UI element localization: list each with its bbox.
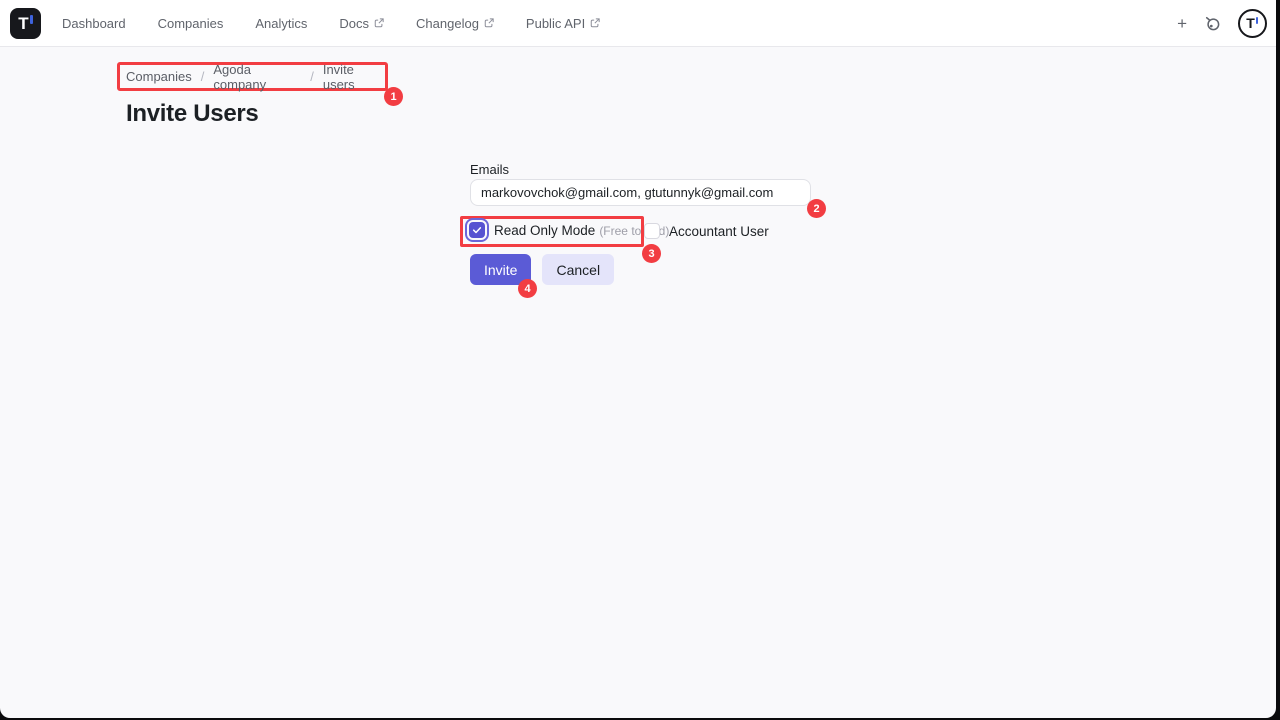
avatar-logo-letter: T xyxy=(1246,15,1255,31)
emails-label: Emails xyxy=(470,162,510,177)
brand-logo[interactable]: T xyxy=(10,7,41,39)
nav-right-actions: + T xyxy=(1177,8,1276,38)
app-window: T Dashboard Companies Analytics Docs Cha… xyxy=(0,0,1276,718)
nav-item-companies[interactable]: Companies xyxy=(158,16,224,31)
annotation-box-1: Companies / Agoda company / Invite users xyxy=(117,62,388,92)
emails-input[interactable] xyxy=(470,179,811,206)
breadcrumb-separator: / xyxy=(310,69,314,84)
annotation-badge-2: 2 xyxy=(807,199,826,218)
external-link-icon xyxy=(590,18,600,28)
nav-item-label: Changelog xyxy=(416,15,479,31)
nav-item-analytics[interactable]: Analytics xyxy=(255,16,307,31)
nav-items: Dashboard Companies Analytics Docs Chang… xyxy=(62,16,600,31)
nav-item-public-api[interactable]: Public API xyxy=(526,16,600,31)
plus-icon[interactable]: + xyxy=(1177,15,1187,32)
annotation-badge-4: 4 xyxy=(518,279,537,298)
nav-item-changelog[interactable]: Changelog xyxy=(416,16,494,31)
brand-logo-accent xyxy=(30,14,33,24)
accountant-user-label: Accountant User xyxy=(669,223,769,239)
page-title: Invite Users xyxy=(126,100,259,127)
read-only-mode-option[interactable]: Read Only Mode (Free to Add) xyxy=(466,222,669,238)
support-icon[interactable] xyxy=(1204,15,1221,32)
nav-item-label: Analytics xyxy=(255,15,308,31)
breadcrumb-item-agoda-company[interactable]: Agoda company xyxy=(213,62,301,92)
nav-item-dashboard[interactable]: Dashboard xyxy=(62,16,126,31)
external-link-icon xyxy=(484,18,494,28)
external-link-icon xyxy=(374,18,384,28)
top-navigation: T Dashboard Companies Analytics Docs Cha… xyxy=(0,0,1276,47)
breadcrumb-item-invite-users[interactable]: Invite users xyxy=(323,62,385,92)
accountant-user-option[interactable]: Accountant User xyxy=(644,223,769,239)
account-avatar[interactable]: T xyxy=(1238,8,1267,38)
avatar-logo-accent xyxy=(1255,16,1258,24)
read-only-mode-checkbox[interactable] xyxy=(469,222,485,238)
accountant-user-checkbox[interactable] xyxy=(644,223,660,239)
annotation-badge-3: 3 xyxy=(642,244,661,263)
annotation-badge-1: 1 xyxy=(384,87,403,106)
nav-item-label: Dashboard xyxy=(62,15,126,31)
breadcrumb-item-companies[interactable]: Companies xyxy=(126,69,192,84)
cancel-button[interactable]: Cancel xyxy=(542,254,615,285)
nav-item-docs[interactable]: Docs xyxy=(339,16,384,31)
form-buttons: Invite Cancel xyxy=(470,254,615,285)
breadcrumb: Companies / Agoda company / Invite users xyxy=(126,62,385,92)
nav-item-label: Docs xyxy=(339,15,370,31)
breadcrumb-separator: / xyxy=(200,69,205,84)
brand-logo-letter: T xyxy=(18,13,29,33)
nav-item-label: Public API xyxy=(525,15,586,31)
read-only-mode-label-text: Read Only Mode xyxy=(494,222,596,238)
nav-item-label: Companies xyxy=(157,15,224,31)
